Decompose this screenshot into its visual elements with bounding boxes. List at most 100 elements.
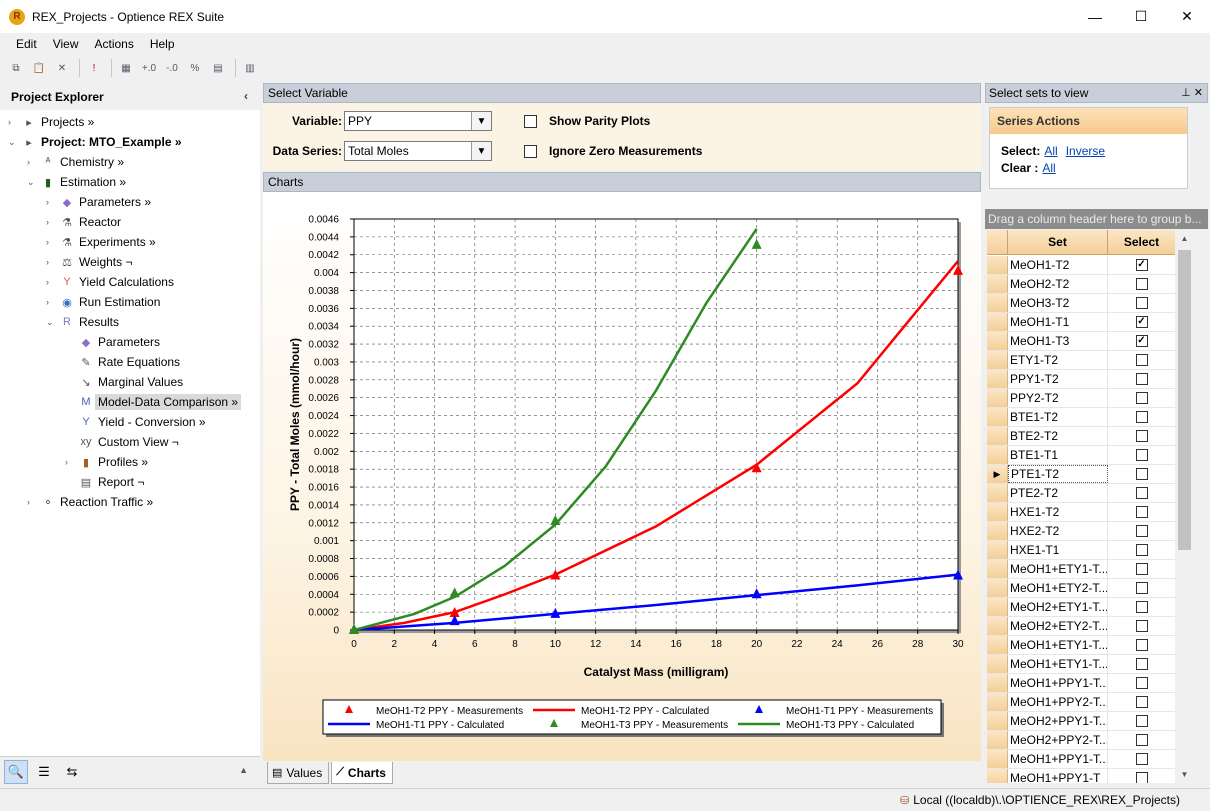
- table-row[interactable]: MeOH1+PPY1-T: [987, 769, 1175, 783]
- chevron-down-icon[interactable]: ▼: [471, 112, 491, 130]
- table-row[interactable]: MeOH1+PPY1-T...: [987, 674, 1175, 693]
- row-header[interactable]: [987, 427, 1008, 445]
- add-decimal-icon[interactable]: +.0: [139, 58, 159, 78]
- table-row[interactable]: HXE1-T2: [987, 503, 1175, 522]
- data-series-select[interactable]: Total Moles ▼: [344, 141, 492, 161]
- set-name-cell[interactable]: MeOH1-T1: [1008, 313, 1108, 331]
- row-header[interactable]: [987, 351, 1008, 369]
- table-row[interactable]: MeOH1+ETY2-T...: [987, 579, 1175, 598]
- menu-view[interactable]: View: [45, 37, 87, 51]
- show-parity-plots-checkbox[interactable]: [524, 114, 537, 128]
- set-name-cell[interactable]: MeOH1-T3: [1008, 332, 1108, 350]
- variable-select[interactable]: PPY ▼: [344, 111, 492, 131]
- set-name-cell[interactable]: MeOH1+ETY1-T...: [1008, 655, 1108, 673]
- tree-item[interactable]: ◆ Parameters: [65, 332, 160, 352]
- select-checkbox[interactable]: [1135, 411, 1148, 423]
- select-checkbox[interactable]: [1135, 278, 1148, 290]
- row-header[interactable]: [987, 636, 1008, 654]
- chevron-down-icon[interactable]: ⌄: [46, 317, 58, 328]
- select-checkbox[interactable]: ✓: [1135, 259, 1148, 271]
- clear-all-link[interactable]: All: [1042, 161, 1055, 175]
- tree-item[interactable]: › ⚖ Weights ¬: [46, 252, 132, 272]
- chevron-right-icon[interactable]: ›: [27, 497, 39, 507]
- set-name-cell[interactable]: MeOH3-T2: [1008, 294, 1108, 312]
- set-name-cell[interactable]: BTE2-T2: [1008, 427, 1108, 445]
- percent-icon[interactable]: %: [185, 58, 205, 78]
- table-row[interactable]: MeOH2-T2: [987, 275, 1175, 294]
- tree-item[interactable]: › ▮ Profiles »: [65, 452, 148, 472]
- chevron-down-icon[interactable]: ▼: [471, 142, 491, 160]
- chevron-right-icon[interactable]: ›: [46, 237, 58, 247]
- select-checkbox[interactable]: [1135, 392, 1148, 404]
- table-icon[interactable]: ▦: [116, 58, 136, 78]
- tree-item[interactable]: › ▸ Projects »: [8, 112, 94, 132]
- row-header[interactable]: [987, 579, 1008, 597]
- row-header[interactable]: [987, 693, 1008, 711]
- row-header[interactable]: [987, 275, 1008, 293]
- close-icon[interactable]: ✕: [1194, 87, 1203, 99]
- row-header[interactable]: [987, 332, 1008, 350]
- row-header[interactable]: [987, 731, 1008, 749]
- swap-view-icon[interactable]: ⇆: [60, 760, 84, 784]
- tree-item[interactable]: › ◉ Run Estimation: [46, 292, 160, 312]
- table-row[interactable]: PTE2-T2: [987, 484, 1175, 503]
- tree-item[interactable]: Y Yield - Conversion »: [65, 412, 205, 432]
- chevron-right-icon[interactable]: ›: [27, 157, 39, 167]
- tree-item[interactable]: ↘ Marginal Values: [65, 372, 183, 392]
- set-name-cell[interactable]: MeOH1+ETY1-T...: [1008, 560, 1108, 578]
- ignore-zero-checkbox[interactable]: [524, 144, 537, 158]
- table-row[interactable]: ▶ PTE1-T2: [987, 465, 1175, 484]
- table-row[interactable]: PPY2-T2: [987, 389, 1175, 408]
- table-row[interactable]: HXE2-T2: [987, 522, 1175, 541]
- row-header[interactable]: [987, 560, 1008, 578]
- tree-item[interactable]: › ⚗ Reactor: [46, 212, 121, 232]
- chevron-right-icon[interactable]: ›: [65, 457, 77, 467]
- properties-icon[interactable]: ▥: [240, 58, 260, 78]
- export-icon[interactable]: ▤: [208, 58, 228, 78]
- menu-help[interactable]: Help: [142, 37, 183, 51]
- select-checkbox[interactable]: [1135, 601, 1148, 613]
- set-name-cell[interactable]: MeOH1-T2: [1008, 256, 1108, 274]
- tree-item[interactable]: ⌄ R Results: [46, 312, 119, 332]
- select-checkbox[interactable]: [1135, 506, 1148, 518]
- paste-icon[interactable]: 📋: [29, 58, 49, 78]
- set-name-cell[interactable]: MeOH1+PPY2-T...: [1008, 693, 1108, 711]
- tab-values[interactable]: ▤ Values: [267, 762, 330, 784]
- table-row[interactable]: MeOH1-T1 ✓: [987, 313, 1175, 332]
- set-name-cell[interactable]: HXE1-T1: [1008, 541, 1108, 559]
- set-name-cell[interactable]: HXE2-T2: [1008, 522, 1108, 540]
- remove-decimal-icon[interactable]: -.0: [162, 58, 182, 78]
- table-row[interactable]: MeOH1-T2 ✓: [987, 256, 1175, 275]
- set-name-cell[interactable]: PPY1-T2: [1008, 370, 1108, 388]
- select-checkbox[interactable]: [1135, 544, 1148, 556]
- row-header[interactable]: [987, 408, 1008, 426]
- row-header[interactable]: [987, 294, 1008, 312]
- set-name-cell[interactable]: MeOH1+PPY1-T...: [1008, 674, 1108, 692]
- set-name-cell[interactable]: MeOH2+PPY1-T...: [1008, 712, 1108, 730]
- tree-item[interactable]: M Model-Data Comparison »: [65, 392, 242, 412]
- select-checkbox[interactable]: ✓: [1135, 316, 1148, 328]
- delete-icon[interactable]: ✕: [52, 58, 72, 78]
- row-header[interactable]: [987, 598, 1008, 616]
- chevron-right-icon[interactable]: ›: [46, 257, 58, 267]
- table-row[interactable]: MeOH1+ETY1-T...: [987, 655, 1175, 674]
- table-row[interactable]: MeOH1+PPY2-T...: [987, 693, 1175, 712]
- table-row[interactable]: BTE1-T1: [987, 446, 1175, 465]
- maximize-button[interactable]: ☐: [1118, 0, 1164, 33]
- row-header[interactable]: [987, 769, 1008, 783]
- column-set[interactable]: Set: [1008, 230, 1108, 254]
- set-name-cell[interactable]: BTE1-T1: [1008, 446, 1108, 464]
- table-row[interactable]: MeOH1+PPY1-T...: [987, 750, 1175, 769]
- chevron-right-icon[interactable]: ›: [8, 117, 20, 127]
- select-checkbox[interactable]: [1135, 658, 1148, 670]
- list-view-icon[interactable]: ☰: [32, 760, 56, 784]
- table-row[interactable]: MeOH2+PPY2-T...: [987, 731, 1175, 750]
- tree-item[interactable]: › ◆ Parameters »: [46, 192, 151, 212]
- tree-item[interactable]: xy Custom View ¬: [65, 432, 179, 452]
- row-header[interactable]: [987, 655, 1008, 673]
- group-by-bar[interactable]: Drag a column header here to group b...: [985, 209, 1208, 229]
- row-header[interactable]: [987, 750, 1008, 768]
- set-name-cell[interactable]: MeOH1+ETY2-T...: [1008, 579, 1108, 597]
- row-header[interactable]: [987, 389, 1008, 407]
- select-inverse-link[interactable]: Inverse: [1066, 144, 1105, 158]
